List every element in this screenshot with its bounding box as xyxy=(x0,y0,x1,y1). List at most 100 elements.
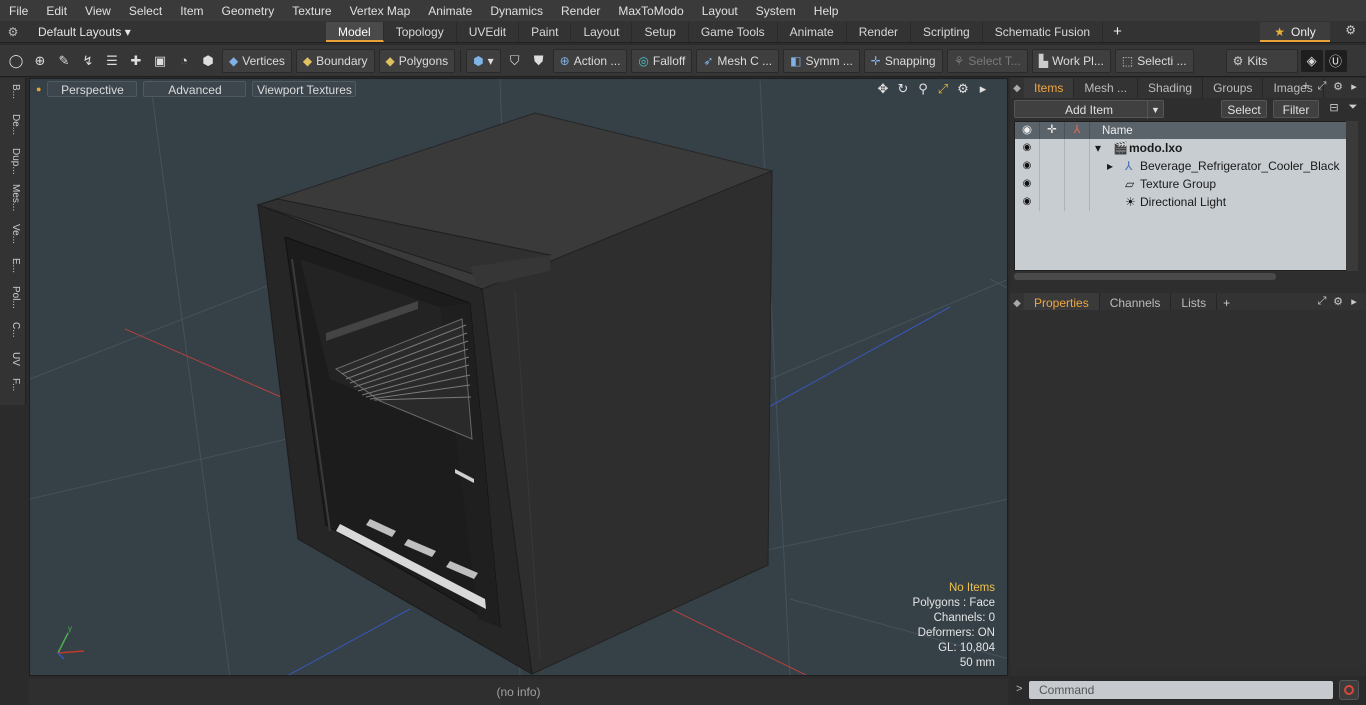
tab-setup[interactable]: Setup xyxy=(632,21,689,42)
left-tab-fusion[interactable]: F... xyxy=(3,378,21,404)
left-tab-mesh-edit[interactable]: Mes... xyxy=(3,184,21,220)
menu-help[interactable]: Help xyxy=(805,4,848,18)
tree-row-light[interactable]: ◉ ☀ Directional Light xyxy=(1015,193,1347,211)
menu-view[interactable]: View xyxy=(76,4,120,18)
symmetry-button[interactable]: ◧ Symm ... xyxy=(783,48,860,73)
menu-file[interactable]: File xyxy=(0,4,37,18)
left-tab-uv[interactable]: UV xyxy=(3,352,21,374)
record-macro-icon[interactable] xyxy=(1339,680,1359,700)
tree-horizontal-scrollbar[interactable] xyxy=(1014,273,1276,280)
only-toggle[interactable]: ★ Only xyxy=(1260,22,1330,42)
menu-texture[interactable]: Texture xyxy=(283,4,340,18)
filter-button[interactable]: Filter xyxy=(1273,100,1319,118)
mesh-constraint-button[interactable]: ➶ Mesh C ... xyxy=(696,48,780,73)
tab-paint[interactable]: Paint xyxy=(519,21,572,42)
eye-icon[interactable]: ◉ xyxy=(1015,175,1040,193)
tab-uvedit[interactable]: UVEdit xyxy=(457,21,520,42)
tab-model[interactable]: Model xyxy=(326,21,384,42)
left-tab-deform[interactable]: De... xyxy=(3,114,21,144)
expand-panel-icon[interactable]: ⤢ xyxy=(1314,80,1330,93)
menu-maxtomodo[interactable]: MaxToModo xyxy=(609,4,692,18)
lock-column-icon[interactable]: ✛ xyxy=(1040,122,1065,139)
select-button[interactable]: Select xyxy=(1221,100,1267,118)
refrigerator-model[interactable] xyxy=(256,112,774,675)
align-icon[interactable]: ☰ xyxy=(101,50,123,72)
eye-icon[interactable]: ◉ xyxy=(1015,193,1040,211)
layout-gear-icon[interactable]: ⚙ xyxy=(0,25,26,39)
viewport-settings-icon[interactable]: ⚙ xyxy=(953,81,973,97)
move-view-icon[interactable]: ✥ xyxy=(873,81,893,97)
menu-dynamics[interactable]: Dynamics xyxy=(481,4,552,18)
menu-vertex-map[interactable]: Vertex Map xyxy=(341,4,420,18)
left-tab-polygon[interactable]: Pol... xyxy=(3,286,21,318)
snapping-button[interactable]: ✛ Snapping xyxy=(863,48,943,73)
tree-row-texture-group[interactable]: ◉ ▱ Texture Group xyxy=(1015,175,1347,193)
item-mode-icon[interactable]: ⬢ xyxy=(197,50,219,72)
expand-arrow-icon[interactable]: ▾ xyxy=(1095,141,1101,155)
boundary-button[interactable]: ◆ Boundary xyxy=(295,48,375,73)
rotate-view-icon[interactable]: ↻ xyxy=(893,81,913,97)
material-mode-button[interactable]: ⬢ ▾ xyxy=(466,48,501,73)
tree-row-scene[interactable]: ◉ ▾ 🎬 modo.lxo xyxy=(1015,139,1347,157)
funnel-icon[interactable]: ⏷ xyxy=(1345,101,1361,117)
tab-topology[interactable]: Topology xyxy=(384,21,457,42)
left-tab-edge[interactable]: E... xyxy=(3,258,21,282)
properties-more-icon[interactable]: ▸ xyxy=(1346,295,1362,308)
add-panel-icon[interactable]: + xyxy=(1298,80,1314,93)
polygons-button[interactable]: ◆ Polygons xyxy=(378,48,456,73)
action-center-button[interactable]: ⊕ Action ... xyxy=(552,48,628,73)
properties-settings-icon[interactable]: ⚙ xyxy=(1330,295,1346,308)
zoom-view-icon[interactable]: ⚲ xyxy=(913,81,933,97)
left-tab-duplicate[interactable]: Dup... xyxy=(3,148,21,180)
tab-mesh[interactable]: Mesh ... xyxy=(1074,78,1139,98)
type-column-icon[interactable]: ⅄ xyxy=(1065,122,1090,139)
tab-layout[interactable]: Layout xyxy=(571,21,633,42)
maximize-view-icon[interactable]: ⤢ xyxy=(933,81,953,97)
command-input[interactable]: Command xyxy=(1029,681,1333,699)
tree-row-mesh[interactable]: ◉ ▸ ⅄ Beverage_Refrigerator_Cooler_Black xyxy=(1015,157,1347,175)
expand-arrow-icon[interactable]: ▸ xyxy=(1107,159,1113,173)
expand-properties-icon[interactable]: ⤢ xyxy=(1314,295,1330,308)
menu-render[interactable]: Render xyxy=(552,4,609,18)
falloff-button[interactable]: ◎ Falloff xyxy=(631,48,693,73)
kits-button[interactable]: ⚙ Kits xyxy=(1225,48,1298,73)
layouts-dropdown[interactable]: Default Layouts ▾ xyxy=(26,25,326,39)
name-column-header[interactable]: Name xyxy=(1090,125,1133,137)
add-item-button[interactable]: Add Item ▼ xyxy=(1014,100,1164,119)
menu-system[interactable]: System xyxy=(747,4,805,18)
viewport-textures-dropdown[interactable]: Viewport Textures xyxy=(252,81,357,97)
items-panel-menu-icon[interactable]: ◆ xyxy=(1010,83,1024,94)
menu-select[interactable]: Select xyxy=(120,4,171,18)
selection-sets-button[interactable]: ⬚ Selecti ... xyxy=(1114,48,1194,73)
menu-edit[interactable]: Edit xyxy=(37,4,76,18)
center-icon[interactable]: ✚ xyxy=(125,50,147,72)
tab-schematic-fusion[interactable]: Schematic Fusion xyxy=(983,21,1104,42)
tab-items[interactable]: Items xyxy=(1024,78,1075,98)
left-tab-curve[interactable]: C... xyxy=(3,322,21,348)
viewport-expand-icon[interactable]: ▸ xyxy=(973,81,993,97)
frame-icon[interactable]: ▣ xyxy=(149,50,171,72)
globe-icon[interactable]: ⊕ xyxy=(29,50,51,72)
shield-check-icon[interactable]: ⛊ xyxy=(528,50,550,72)
pen-icon[interactable]: ✎ xyxy=(53,50,75,72)
properties-panel-menu-icon[interactable]: ◆ xyxy=(1010,298,1024,309)
tab-game-tools[interactable]: Game Tools xyxy=(689,21,778,42)
add-tab-button[interactable]: + xyxy=(1103,23,1132,40)
3d-viewport[interactable]: ● Perspective Advanced Viewport Textures… xyxy=(29,78,1008,676)
tab-shading[interactable]: Shading xyxy=(1138,78,1204,98)
add-properties-tab-icon[interactable]: + xyxy=(1217,296,1236,310)
menu-geometry[interactable]: Geometry xyxy=(213,4,284,18)
select-circle-icon[interactable]: ◯ xyxy=(5,50,27,72)
menu-item[interactable]: Item xyxy=(171,4,212,18)
eye-icon[interactable]: ◉ xyxy=(1015,139,1040,157)
unreal-icon[interactable]: Ⓤ xyxy=(1324,49,1347,72)
panel-settings-icon[interactable]: ⚙ xyxy=(1330,80,1346,93)
eye-icon[interactable]: ◉ xyxy=(1015,157,1040,175)
tree-vertical-scrollbar[interactable] xyxy=(1346,121,1358,271)
menu-layout[interactable]: Layout xyxy=(693,4,747,18)
unity-icon[interactable]: ◈ xyxy=(1300,49,1323,72)
select-through-button[interactable]: ⚘ Select T... xyxy=(946,48,1028,73)
tab-groups[interactable]: Groups xyxy=(1203,78,1264,98)
clock-icon[interactable]: ◔ xyxy=(173,50,195,72)
brush-icon[interactable]: ↯ xyxy=(77,50,99,72)
